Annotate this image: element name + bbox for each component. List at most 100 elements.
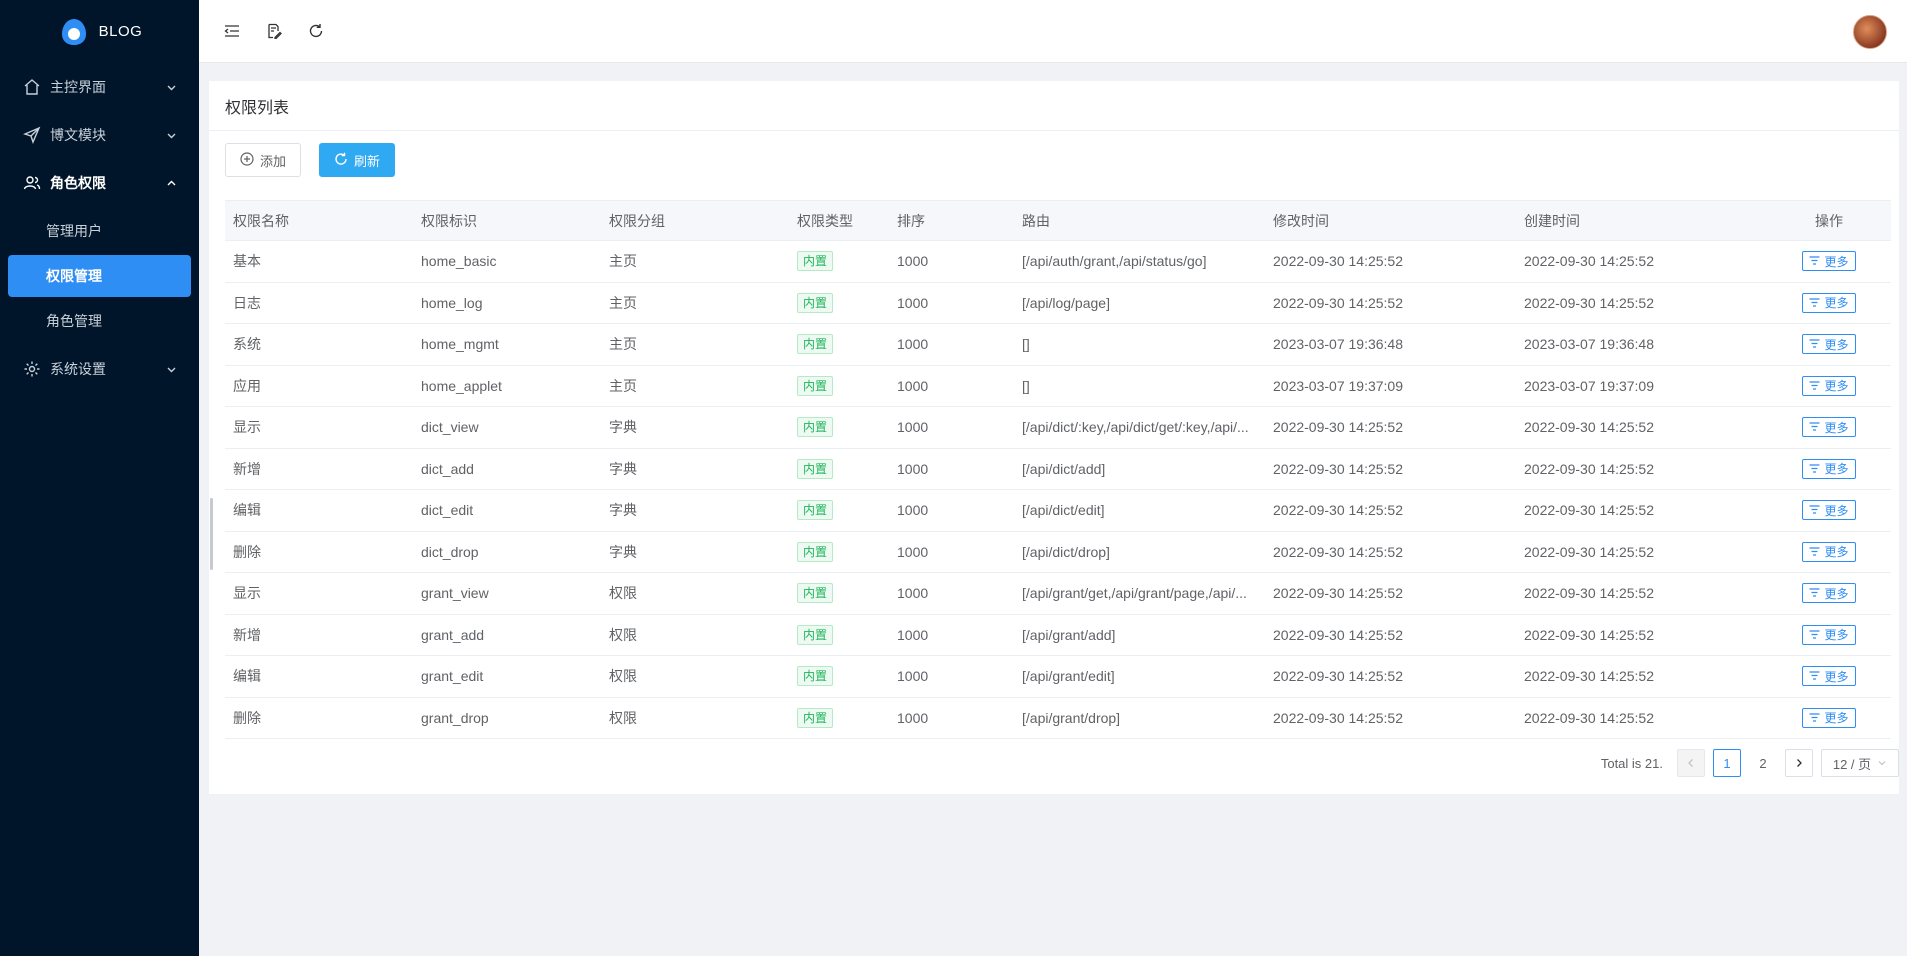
cell-actions: 更多 (1767, 417, 1891, 438)
cell-created: 2022-09-30 14:25:52 (1524, 460, 1654, 477)
more-button-label: 更多 (1824, 711, 1849, 726)
table-row[interactable]: 编辑 grant_edit 权限 内置 1000 [/api/grant/edit] 202… (225, 656, 1891, 698)
menu-fold-icon[interactable] (221, 20, 243, 42)
refresh-button[interactable]: 刷新 (319, 143, 396, 177)
col-header-key[interactable]: 权限标识 (413, 211, 601, 231)
type-tag: 内置 (797, 334, 834, 355)
chevron-up-icon (165, 177, 177, 189)
page-1-button[interactable]: 1 (1713, 749, 1741, 777)
cell-route: [/api/log/page] (1022, 294, 1110, 311)
cell-actions: 更多 (1767, 583, 1891, 604)
more-button[interactable]: 更多 (1802, 666, 1856, 687)
cell-group: 字典 (609, 502, 637, 519)
more-button[interactable]: 更多 (1802, 583, 1856, 604)
type-tag: 内置 (797, 707, 834, 728)
more-button[interactable]: 更多 (1802, 458, 1856, 479)
table-row[interactable]: 系统 home_mgmt 主页 内置 1000 [] 2023-03-07 19:36:48… (225, 324, 1891, 366)
cell-route: [/api/grant/add] (1022, 626, 1116, 643)
col-header-route[interactable]: 路由 (1014, 211, 1265, 231)
more-button-label: 更多 (1824, 628, 1849, 643)
cell-key: home_mgmt (421, 336, 499, 353)
col-header-type[interactable]: 权限类型 (789, 211, 889, 231)
sidebar-subitem-manage-users[interactable]: 管理用户 (8, 210, 191, 252)
type-tag: 内置 (797, 417, 834, 438)
page-size-select[interactable]: 12 / 页 (1821, 749, 1899, 777)
more-button[interactable]: 更多 (1802, 334, 1856, 355)
filter-icon (1809, 462, 1820, 476)
more-button[interactable]: 更多 (1802, 624, 1856, 645)
filter-icon (1809, 545, 1820, 559)
type-tag: 内置 (797, 541, 834, 562)
cell-type: 内置 (789, 292, 889, 313)
cell-type: 内置 (789, 707, 889, 728)
more-button[interactable]: 更多 (1802, 292, 1856, 313)
scrollbar-handle[interactable] (210, 498, 213, 570)
table-row[interactable]: 日志 home_log 主页 内置 1000 [/api/log/page] 2022-09… (225, 283, 1891, 324)
cell-sort: 1000 (897, 709, 929, 726)
col-header-updated[interactable]: 修改时间 (1265, 211, 1516, 231)
page-2-button[interactable]: 2 (1749, 749, 1777, 777)
table-row[interactable]: 删除 grant_drop 权限 内置 1000 [/api/grant/drop] 202… (225, 698, 1891, 739)
cell-key: grant_edit (421, 668, 484, 685)
cell-name: 新增 (233, 460, 261, 477)
cell-route: [/api/grant/drop] (1022, 709, 1121, 726)
table-row[interactable]: 基本 home_basic 主页 内置 1000 [/api/auth/grant,/ap… (225, 241, 1891, 283)
table-row[interactable]: 删除 dict_drop 字典 内置 1000 [/api/dict/drop] 2022-… (225, 532, 1891, 573)
more-button-label: 更多 (1824, 586, 1849, 601)
col-header-name[interactable]: 权限名称 (225, 211, 413, 231)
cell-name: 新增 (233, 626, 261, 643)
sidebar-subitem-roles[interactable]: 角色管理 (8, 300, 191, 342)
cell-created: 2022-09-30 14:25:52 (1524, 543, 1654, 560)
next-page-button[interactable] (1785, 749, 1813, 777)
cell-key: dict_add (421, 460, 474, 477)
filter-icon (1809, 711, 1820, 725)
more-button[interactable]: 更多 (1802, 500, 1856, 521)
sidebar-item-roles[interactable]: 角色权限 (0, 159, 199, 207)
table-row[interactable]: 显示 grant_view 权限 内置 1000 [/api/grant/get,/api… (225, 573, 1891, 615)
prev-page-button[interactable] (1677, 749, 1705, 777)
sidebar-item-dashboard[interactable]: 主控界面 (0, 63, 199, 111)
refresh-button-label: 刷新 (354, 153, 381, 169)
cell-name: 编辑 (233, 668, 261, 685)
more-button[interactable]: 更多 (1802, 375, 1856, 396)
refresh-icon[interactable] (305, 20, 327, 42)
cell-key: home_applet (421, 377, 502, 394)
cell-created: 2022-09-30 14:25:52 (1524, 585, 1654, 602)
cell-name: 系统 (233, 336, 261, 353)
more-button[interactable]: 更多 (1802, 417, 1856, 438)
cell-updated: 2022-09-30 14:25:52 (1273, 709, 1403, 726)
more-button-label: 更多 (1824, 296, 1849, 311)
cell-group: 权限 (609, 709, 637, 726)
logo[interactable]: BLOG (0, 0, 199, 63)
table-row[interactable]: 应用 home_applet 主页 内置 1000 [] 2023-03-07 19:37:… (225, 366, 1891, 407)
more-button[interactable]: 更多 (1802, 251, 1856, 272)
cell-route: [/api/grant/get,/api/grant/page,/api/... (1022, 585, 1247, 602)
edit-note-icon[interactable] (263, 20, 285, 42)
sidebar-subitem-permissions[interactable]: 权限管理 (8, 255, 191, 297)
filter-icon (1809, 503, 1820, 517)
cell-type: 内置 (789, 334, 889, 355)
add-button[interactable]: 添加 (225, 143, 302, 177)
sidebar-item-posts[interactable]: 博文模块 (0, 111, 199, 159)
cell-key: grant_view (421, 585, 489, 602)
table-row[interactable]: 显示 dict_view 字典 内置 1000 [/api/dict/:key,/api/… (225, 407, 1891, 449)
col-header-group[interactable]: 权限分组 (601, 211, 789, 231)
more-button[interactable]: 更多 (1802, 541, 1856, 562)
col-header-sort[interactable]: 排序 (889, 211, 1014, 231)
filter-icon (1809, 379, 1820, 393)
table-row[interactable]: 新增 grant_add 权限 内置 1000 [/api/grant/add] 2022-… (225, 615, 1891, 656)
cell-actions: 更多 (1767, 375, 1891, 396)
more-button[interactable]: 更多 (1802, 707, 1856, 728)
cell-name: 删除 (233, 543, 261, 560)
add-button-label: 添加 (260, 153, 287, 169)
table-row[interactable]: 新增 dict_add 字典 内置 1000 [/api/dict/add] 2022-09… (225, 449, 1891, 490)
table-row[interactable]: 编辑 dict_edit 字典 内置 1000 [/api/dict/edit] 2022-… (225, 490, 1891, 532)
cell-actions: 更多 (1767, 334, 1891, 355)
col-header-created[interactable]: 创建时间 (1516, 211, 1767, 231)
cell-route: [/api/grant/edit] (1022, 668, 1115, 685)
sidebar-item-settings[interactable]: 系统设置 (0, 345, 199, 393)
avatar[interactable] (1853, 15, 1887, 49)
cell-group: 主页 (609, 336, 637, 353)
cell-sort: 1000 (897, 668, 929, 685)
filter-icon (1809, 669, 1820, 683)
